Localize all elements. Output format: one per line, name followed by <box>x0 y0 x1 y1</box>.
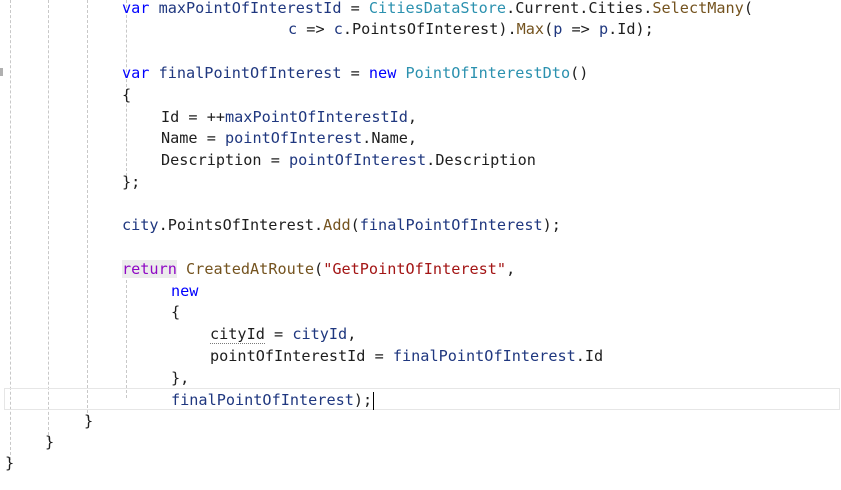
code-token: } <box>5 454 15 472</box>
indent-guide <box>48 0 49 440</box>
code-token: maxPointOfInterestId <box>225 108 408 126</box>
code-token: ); <box>542 216 561 234</box>
code-token: ( <box>350 216 360 234</box>
code-token: = <box>341 0 369 17</box>
code-token: PointOfInterestDto <box>405 64 571 82</box>
code-token: cityId <box>210 325 265 344</box>
code-token: finalPointOfInterest <box>359 216 543 234</box>
code-token: return <box>122 260 177 278</box>
code-token: .Description <box>426 151 536 169</box>
code-token: () <box>570 64 589 82</box>
code-token: "GetPointOfInterest" <box>323 260 507 278</box>
code-line: } <box>45 431 54 453</box>
code-token: => <box>562 20 599 38</box>
code-token: finalPointOfInterest <box>171 391 354 409</box>
code-token: Id = ++ <box>161 108 226 126</box>
code-line: } <box>5 452 14 474</box>
code-token: new <box>171 282 199 300</box>
code-token: var <box>122 64 150 82</box>
code-token: Description = <box>161 151 290 169</box>
current-line-highlight <box>4 388 840 410</box>
code-token: => <box>297 20 334 38</box>
code-token: { <box>171 303 181 321</box>
code-line: new <box>171 280 198 302</box>
code-editor[interactable]: var maxPointOfInterestId = CitiesDataSto… <box>0 0 841 490</box>
code-token: .PointsOfInterest). <box>342 20 517 38</box>
code-line: { <box>171 301 180 323</box>
code-line: c => c.PointsOfInterest).Max(p => p.Id); <box>288 18 654 40</box>
code-line: Description = pointOfInterest.Descriptio… <box>161 149 536 171</box>
code-token: finalPointOfInterest <box>158 64 342 82</box>
code-token: ( <box>544 20 554 38</box>
code-line: Name = pointOfInterest.Name, <box>161 127 417 149</box>
code-token: }, <box>171 369 190 387</box>
code-token: cityId <box>292 325 348 343</box>
code-token: , <box>347 325 357 343</box>
code-token: ( <box>314 260 324 278</box>
code-token: CitiesDataStore <box>368 0 507 17</box>
code-line: return CreatedAtRoute("GetPointOfInteres… <box>122 258 515 280</box>
code-token: var <box>122 0 150 17</box>
code-token: city <box>122 216 159 234</box>
code-token: } <box>84 412 94 430</box>
code-token: .PointsOfInterest. <box>158 216 324 234</box>
code-token: } <box>45 433 55 451</box>
code-line: city.PointsOfInterest.Add(finalPointOfIn… <box>122 214 561 236</box>
code-token: .Id); <box>608 20 654 38</box>
code-token: pointOfInterestId = <box>210 347 393 365</box>
code-token: Max <box>516 20 545 38</box>
indent-guide <box>126 280 127 398</box>
code-token: = <box>264 325 293 343</box>
code-line: { <box>122 84 131 106</box>
code-token: CreatedAtRoute <box>186 260 315 278</box>
indent-guide <box>87 0 88 418</box>
code-line: finalPointOfInterest); <box>171 389 375 411</box>
code-token: .Id <box>575 347 604 365</box>
code-token: p <box>553 20 563 38</box>
code-token: = <box>341 64 369 82</box>
collapse-marker[interactable] <box>0 68 3 76</box>
code-token: c <box>333 20 343 38</box>
code-token: SelectMany <box>652 0 744 17</box>
code-token: pointOfInterest <box>225 129 363 147</box>
code-token: ); <box>353 391 373 409</box>
text-caret <box>373 391 375 410</box>
code-token: finalPointOfInterest <box>392 347 576 365</box>
code-token: , <box>407 108 418 126</box>
code-line: }, <box>171 367 189 389</box>
code-token: .Name, <box>362 129 418 147</box>
code-line: } <box>84 410 93 432</box>
code-token: new <box>368 64 397 82</box>
code-line: pointOfInterestId = finalPointOfInterest… <box>210 345 603 367</box>
code-token: { <box>122 86 132 104</box>
code-token: , <box>506 260 516 278</box>
code-token: c <box>288 20 298 38</box>
code-token: Add <box>323 216 351 234</box>
code-token: }; <box>122 173 141 191</box>
code-line: var maxPointOfInterestId = CitiesDataSto… <box>122 0 753 19</box>
code-line: }; <box>122 171 140 193</box>
code-line: Id = ++maxPointOfInterestId, <box>161 106 417 128</box>
code-line: cityId = cityId, <box>210 323 356 345</box>
code-token: Name = <box>161 129 226 147</box>
code-token: ( <box>743 0 753 17</box>
code-token: maxPointOfInterestId <box>158 0 342 17</box>
code-token: p <box>598 20 609 38</box>
code-line: var finalPointOfInterest = new PointOfIn… <box>122 62 588 84</box>
code-token: .Current.Cities. <box>506 0 653 17</box>
code-token: pointOfInterest <box>289 151 427 169</box>
